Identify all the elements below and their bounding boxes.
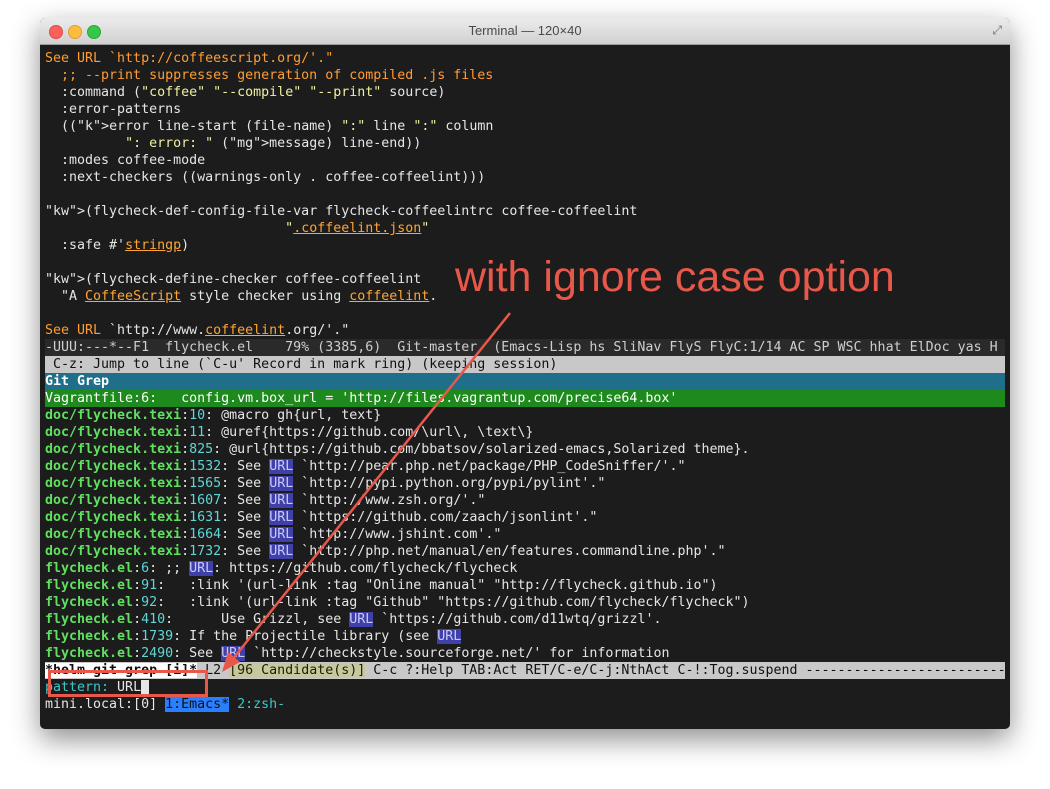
- result-row[interactable]: flycheck.el:410: Use Grizzl, see URL `ht…: [45, 611, 1005, 628]
- code-line[interactable]: [45, 305, 1005, 322]
- helm-key-help: C-c ?:Help TAB:Act RET/C-e/C-j:NthAct C-…: [373, 663, 1005, 678]
- helm-source-title: Git Grep: [45, 373, 1005, 390]
- result-line-number: 92: [141, 595, 158, 610]
- result-row[interactable]: flycheck.el:6: ;; URL: https://github.co…: [45, 560, 1005, 577]
- result-file: doc/flycheck.texi: [45, 425, 182, 440]
- result-file: flycheck.el: [45, 578, 134, 593]
- result-text: : See URL `http://www.zsh.org/'.": [221, 493, 486, 508]
- result-text: : See URL `http://www.jshint.com'.": [221, 527, 502, 542]
- result-text: : @macro gh{url, text}: [205, 408, 382, 423]
- result-row[interactable]: doc/flycheck.texi:1565: See URL `http://…: [45, 475, 1005, 492]
- result-row[interactable]: flycheck.el:1739: If the Projectile libr…: [45, 628, 1005, 645]
- result-row[interactable]: flycheck.el:2490: See URL `http://checks…: [45, 645, 1005, 662]
- result-row[interactable]: doc/flycheck.texi:11: @uref{https://gith…: [45, 424, 1005, 441]
- code-line[interactable]: "kw">(flycheck-def-config-file-var flych…: [45, 203, 1005, 220]
- result-line-number: 1664: [189, 527, 222, 542]
- code-line[interactable]: ".coffeelint.json": [45, 220, 1005, 237]
- result-row[interactable]: doc/flycheck.texi:825: @url{https://gith…: [45, 441, 1005, 458]
- result-row[interactable]: doc/flycheck.texi:1664: See URL `http://…: [45, 526, 1005, 543]
- code-line[interactable]: :modes coffee-mode: [45, 152, 1005, 169]
- tmux-status-bar: mini.local:[0] 1:Emacs* 2:zsh-: [45, 696, 1005, 713]
- result-text: : See URL `http://pear.php.net/package/P…: [221, 459, 686, 474]
- result-text: : See URL `http://checkstyle.sourceforge…: [173, 646, 670, 661]
- emacs-modeline: -UUU:---*--F1 flycheck.el 79% (3385,6) G…: [45, 339, 1005, 356]
- result-text: : See URL `http://pypi.python.org/pypi/p…: [221, 476, 606, 491]
- result-line-number: 410: [141, 612, 166, 627]
- result-line-number: 1565: [189, 476, 222, 491]
- title-bar: Terminal — 120×40 ⤢: [40, 18, 1010, 45]
- result-file: flycheck.el: [45, 629, 134, 644]
- fullscreen-icon[interactable]: ⤢: [992, 23, 1002, 38]
- result-file: flycheck.el: [45, 595, 134, 610]
- result-text: : @url{https://github.com/bbatsov/solari…: [213, 442, 750, 457]
- result-line-number: 825: [189, 442, 214, 457]
- result-file: doc/flycheck.texi: [45, 476, 182, 491]
- result-line-number: 1532: [189, 459, 222, 474]
- result-file: doc/flycheck.texi: [45, 544, 182, 559]
- result-file: doc/flycheck.texi: [45, 527, 182, 542]
- result-line-number: 91: [141, 578, 158, 593]
- result-line-number: 1607: [189, 493, 222, 508]
- status-message: C-z: Jump to line (`C-u' Record in mark …: [45, 356, 1005, 373]
- result-text: : See URL `https://github.com/zaach/json…: [221, 510, 598, 525]
- result-file: flycheck.el: [45, 561, 134, 576]
- tmux-window-emacs[interactable]: 1:Emacs*: [165, 697, 230, 712]
- result-file: doc/flycheck.texi: [45, 493, 182, 508]
- result-file: doc/flycheck.texi: [45, 442, 182, 457]
- result-file: flycheck.el: [45, 612, 134, 627]
- helm-results-list[interactable]: doc/flycheck.texi:10: @macro gh{url, tex…: [45, 407, 1005, 662]
- tmux-host: mini.local:[0]: [45, 697, 166, 712]
- result-text: : :link '(url-link :tag "Online manual" …: [157, 578, 718, 593]
- result-file: doc/flycheck.texi: [45, 459, 182, 474]
- result-text: : If the Projectile library (see URL: [173, 629, 462, 644]
- result-row[interactable]: doc/flycheck.texi:10: @macro gh{url, tex…: [45, 407, 1005, 424]
- window-title: Terminal — 120×40: [468, 23, 582, 38]
- code-line[interactable]: See URL `http://www.coffeelint.org/'.": [45, 322, 1005, 339]
- annotation-label: with ignore case option: [455, 253, 895, 301]
- annotation-highlight-box: [48, 670, 208, 697]
- result-line-number: 6: [141, 561, 150, 576]
- code-line[interactable]: [45, 186, 1005, 203]
- result-row[interactable]: doc/flycheck.texi:1732: See URL `http://…: [45, 543, 1005, 560]
- result-file: flycheck.el: [45, 646, 134, 661]
- result-text: : See URL `http://php.net/manual/en/feat…: [221, 544, 726, 559]
- code-line[interactable]: See URL `http://coffeescript.org/'.": [45, 50, 1005, 67]
- result-line-number: 1732: [189, 544, 222, 559]
- result-line-number: 10: [189, 408, 206, 423]
- result-text: : Use Grizzl, see URL `https://github.co…: [165, 612, 662, 627]
- code-line[interactable]: :next-checkers ((warnings-only . coffee-…: [45, 169, 1005, 186]
- result-file: doc/flycheck.texi: [45, 510, 182, 525]
- result-line-number: 1739: [141, 629, 174, 644]
- result-line-number: 11: [189, 425, 206, 440]
- code-line[interactable]: (("k">error line-start (file-name) ":" l…: [45, 118, 1005, 135]
- terminal-window: Terminal — 120×40 ⤢ See URL `http://coff…: [40, 18, 1010, 729]
- result-line-number: 1631: [189, 510, 222, 525]
- result-file: doc/flycheck.texi: [45, 408, 182, 423]
- code-line[interactable]: :error-patterns: [45, 101, 1005, 118]
- terminal-content[interactable]: See URL `http://coffeescript.org/'." ;; …: [45, 50, 1005, 729]
- result-text: : @uref{https://github.com/\url\, \text\…: [205, 425, 534, 440]
- candidate-count: [96 Candidate(s)]: [229, 663, 366, 678]
- result-line-number: 2490: [141, 646, 174, 661]
- code-line[interactable]: :command ("coffee" "--compile" "--print"…: [45, 84, 1005, 101]
- result-row[interactable]: doc/flycheck.texi:1532: See URL `http://…: [45, 458, 1005, 475]
- result-text: : ;; URL: https://github.com/flycheck/fl…: [149, 561, 518, 576]
- result-row[interactable]: flycheck.el:91: :link '(url-link :tag "O…: [45, 577, 1005, 594]
- result-row[interactable]: doc/flycheck.texi:1631: See URL `https:/…: [45, 509, 1005, 526]
- result-text: : :link '(url-link :tag "Github" "https:…: [157, 595, 750, 610]
- code-line[interactable]: :safe #'stringp): [45, 237, 1005, 254]
- selected-result-row[interactable]: Vagrantfile:6: config.vm.box_url = 'http…: [45, 390, 1005, 407]
- tmux-window-zsh[interactable]: 2:zsh-: [229, 697, 285, 712]
- code-line[interactable]: ;; --print suppresses generation of comp…: [45, 67, 1005, 84]
- result-row[interactable]: flycheck.el:92: :link '(url-link :tag "G…: [45, 594, 1005, 611]
- code-line[interactable]: ": error: " ("mg">message) line-end)): [45, 135, 1005, 152]
- result-row[interactable]: doc/flycheck.texi:1607: See URL `http://…: [45, 492, 1005, 509]
